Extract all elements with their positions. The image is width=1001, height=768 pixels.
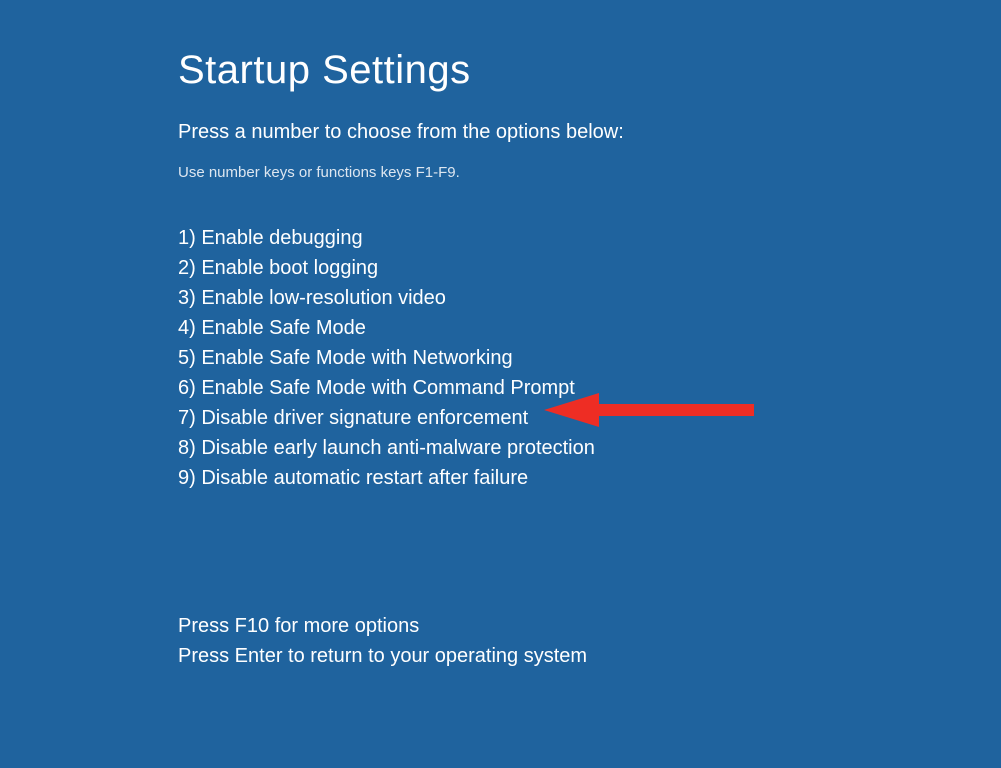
page-title: Startup Settings xyxy=(178,48,1001,93)
footer-instructions: Press F10 for more options Press Enter t… xyxy=(178,611,1001,671)
option-enable-safe-mode-networking[interactable]: 5) Enable Safe Mode with Networking xyxy=(178,343,1001,373)
startup-settings-screen: Startup Settings Press a number to choos… xyxy=(0,0,1001,768)
instruction-subtitle: Press a number to choose from the option… xyxy=(178,121,1001,144)
instruction-hint: Use number keys or functions keys F1-F9. xyxy=(178,164,1001,181)
option-enable-boot-logging[interactable]: 2) Enable boot logging xyxy=(178,253,1001,283)
footer-return: Press Enter to return to your operating … xyxy=(178,641,1001,671)
option-enable-safe-mode-command-prompt[interactable]: 6) Enable Safe Mode with Command Prompt xyxy=(178,373,1001,403)
option-disable-driver-signature-enforcement[interactable]: 7) Disable driver signature enforcement xyxy=(178,403,1001,433)
boot-options-list: 1) Enable debugging 2) Enable boot loggi… xyxy=(178,223,1001,493)
option-disable-automatic-restart[interactable]: 9) Disable automatic restart after failu… xyxy=(178,463,1001,493)
footer-more-options: Press F10 for more options xyxy=(178,611,1001,641)
option-disable-early-launch-anti-malware[interactable]: 8) Disable early launch anti-malware pro… xyxy=(178,433,1001,463)
option-enable-debugging[interactable]: 1) Enable debugging xyxy=(178,223,1001,253)
option-enable-safe-mode[interactable]: 4) Enable Safe Mode xyxy=(178,313,1001,343)
option-enable-low-resolution-video[interactable]: 3) Enable low-resolution video xyxy=(178,283,1001,313)
